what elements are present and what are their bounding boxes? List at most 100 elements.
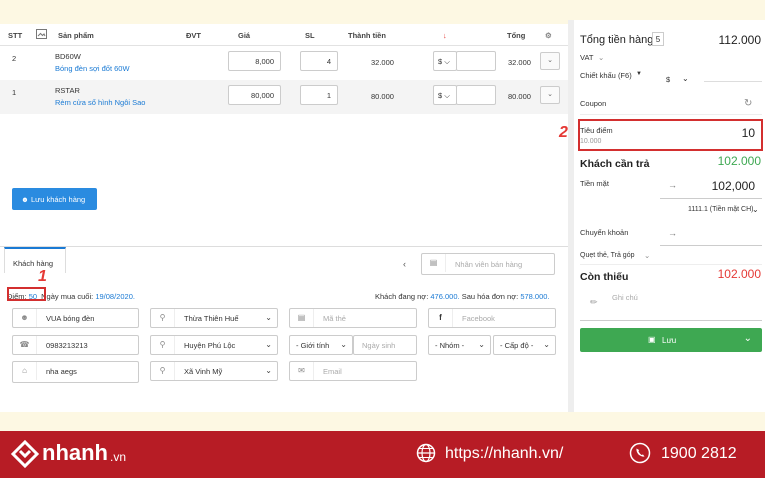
discount-input[interactable] bbox=[704, 81, 762, 82]
debt-label: Khách đang nợ: bbox=[375, 292, 429, 301]
card-code-placeholder: Mã thẻ bbox=[323, 314, 346, 323]
district-value: Huyện Phú Lộc bbox=[184, 341, 236, 350]
discount-unit-select[interactable]: $ ⌵ bbox=[433, 51, 457, 71]
id-card-icon: ▤ bbox=[422, 254, 446, 272]
product-name[interactable]: Bóng đèn sợi đốt 60W bbox=[55, 64, 130, 73]
image-icon bbox=[36, 29, 47, 41]
chevron-down-double-icon: ⌄ bbox=[598, 53, 605, 62]
caret-down-icon: ▼ bbox=[636, 71, 642, 77]
tab-customer[interactable]: Khách hàng bbox=[4, 247, 66, 273]
chevron-down-icon: ⌄ bbox=[682, 74, 689, 83]
arrow-right-icon[interactable]: → bbox=[668, 228, 677, 238]
hotline-number[interactable]: 1900 2812 bbox=[661, 445, 737, 463]
chevron-left-icon[interactable]: ‹ bbox=[403, 259, 406, 269]
bottom-strip bbox=[0, 412, 765, 431]
save-icon: ▣ bbox=[648, 335, 656, 344]
arrow-down-icon[interactable]: ↓ bbox=[443, 31, 447, 40]
chevron-down-double-icon: ⌄ bbox=[644, 251, 651, 260]
qty-input[interactable]: 4 bbox=[300, 51, 338, 71]
gear-icon[interactable]: ⚙ bbox=[545, 31, 552, 40]
row-menu-button[interactable]: ⌄ bbox=[540, 52, 560, 70]
highlight-points-use-box bbox=[578, 119, 763, 151]
facebook-placeholder: Facebook bbox=[462, 314, 495, 323]
phone-field[interactable]: ☎ 0983213213 bbox=[12, 335, 139, 355]
discount-input[interactable] bbox=[456, 85, 496, 105]
qty-input[interactable]: 1 bbox=[300, 85, 338, 105]
col-stt: STT bbox=[8, 31, 23, 40]
chevron-down-icon[interactable]: ⌄ bbox=[744, 333, 752, 344]
price-input[interactable]: 8,000 bbox=[228, 51, 281, 71]
card-code-field[interactable]: ▤ Mã thẻ bbox=[289, 308, 417, 328]
points-use-input[interactable]: 10 bbox=[742, 126, 755, 140]
cash-account-select[interactable]: 1111.1 (Tiền mặt CH) bbox=[688, 206, 754, 213]
globe-icon bbox=[416, 443, 436, 463]
row-amount: 32.000 bbox=[371, 58, 394, 67]
save-order-button[interactable]: ▣ Lưu ⌄ bbox=[580, 328, 762, 352]
after-debt-value: 578.000. bbox=[520, 292, 550, 301]
address-value: nha aegs bbox=[46, 367, 77, 376]
row-stt: 2 bbox=[12, 54, 17, 63]
row-total: 80.000 bbox=[508, 92, 531, 101]
chevron-down-icon: ⌄ bbox=[543, 340, 550, 349]
discount-unit[interactable]: $ bbox=[666, 75, 670, 84]
customer-panel: Khách hàng ‹ ▤ Nhân viên bán hàng Điểm: … bbox=[0, 246, 568, 412]
row-stt: 1 bbox=[12, 88, 17, 97]
note-placeholder: Ghi chú bbox=[612, 293, 638, 302]
row-total: 32.000 bbox=[508, 58, 531, 67]
level-select[interactable]: - Cấp độ - ⌄ bbox=[493, 335, 556, 355]
ward-select[interactable]: ⚲ Xã Vinh Mỹ ⌄ bbox=[150, 361, 278, 381]
map-pin-icon: ⚲ bbox=[151, 362, 175, 380]
after-debt-label: Sau hóa đơn nợ: bbox=[461, 292, 519, 301]
remaining-label: Còn thiếu bbox=[580, 271, 629, 283]
customer-pay-value: 102.000 bbox=[717, 154, 761, 168]
payment-summary-panel: Tổng tiền hàng 5 112.000 VAT ⌄ Chiết khấ… bbox=[559, 20, 765, 412]
facebook-field[interactable]: f Facebook bbox=[428, 308, 556, 328]
price-input[interactable]: 80,000 bbox=[228, 85, 281, 105]
birthday-field[interactable]: Ngày sinh bbox=[353, 335, 417, 355]
phone-icon bbox=[629, 442, 651, 464]
chevron-down-icon: ⌵ bbox=[444, 57, 450, 66]
email-field[interactable]: ✉ Email bbox=[289, 361, 417, 381]
chevron-down-icon: ⌄ bbox=[478, 340, 485, 349]
chevron-down-icon: ⌵ bbox=[444, 91, 450, 100]
staff-placeholder: Nhân viên bán hàng bbox=[455, 260, 523, 269]
last-purchase-label: Ngày mua cuối: bbox=[41, 292, 94, 301]
last-purchase-value: 19/08/2020. bbox=[95, 292, 135, 301]
staff-select[interactable]: ▤ Nhân viên bán hàng bbox=[421, 253, 555, 275]
cash-input[interactable]: 102,000 bbox=[712, 179, 755, 193]
refresh-icon[interactable]: ↻ bbox=[744, 98, 752, 109]
col-unit: ĐVT bbox=[186, 31, 201, 40]
note-field[interactable]: ✏ Ghi chú bbox=[580, 287, 762, 321]
mail-icon: ✉ bbox=[290, 362, 314, 380]
gender-select[interactable]: - Giới tính ⌄ bbox=[289, 335, 353, 355]
row-menu-button[interactable]: ⌄ bbox=[540, 86, 560, 104]
card-label[interactable]: Quẹt thẻ, Trả góp bbox=[580, 252, 634, 259]
customer-pay-label: Khách cần trả bbox=[580, 158, 650, 170]
district-select[interactable]: ⚲ Huyện Phú Lộc ⌄ bbox=[150, 335, 278, 355]
website-link[interactable]: https://nhanh.vn/ bbox=[445, 445, 563, 463]
product-name[interactable]: Rèm cửa sổ hình Ngôi Sao bbox=[55, 98, 145, 107]
map-pin-icon: ⚲ bbox=[151, 309, 175, 327]
customer-name-field[interactable]: ☻ VUA bóng đèn bbox=[12, 308, 139, 328]
address-field[interactable]: ⌂ nha aegs bbox=[12, 361, 139, 383]
divider bbox=[660, 198, 762, 199]
level-value: - Cấp độ - bbox=[500, 341, 534, 350]
points-use-sub: 10.000 bbox=[580, 138, 602, 145]
province-select[interactable]: ⚲ Thừa Thiên Huế ⌄ bbox=[150, 308, 278, 328]
discount-unit-select[interactable]: $ ⌵ bbox=[433, 85, 457, 105]
cash-label: Tiền mặt bbox=[580, 179, 609, 188]
col-price: Giá bbox=[238, 31, 251, 40]
vat-label[interactable]: VAT bbox=[580, 53, 593, 62]
brand-footer: nhanh .vn https://nhanh.vn/ 1900 2812 bbox=[0, 431, 765, 478]
gender-value: - Giới tính bbox=[296, 341, 330, 350]
discount-input[interactable] bbox=[456, 51, 496, 71]
arrow-right-icon[interactable]: → bbox=[668, 180, 677, 190]
nhanh-logo-icon bbox=[10, 439, 40, 469]
save-customer-button[interactable]: ☻ Lưu khách hàng bbox=[12, 188, 97, 210]
group-select[interactable]: - Nhóm - ⌄ bbox=[428, 335, 491, 355]
remaining-value: 102.000 bbox=[717, 267, 761, 281]
debt-info-line: Khách đang nợ: 476.000. Sau hóa đơn nợ: … bbox=[375, 292, 550, 301]
credit-card-icon: ▤ bbox=[290, 309, 314, 327]
table-row: 2 BD60W Bóng đèn sợi đốt 60W 8,000 4 32.… bbox=[0, 46, 568, 80]
product-code: RSTAR bbox=[55, 86, 80, 95]
